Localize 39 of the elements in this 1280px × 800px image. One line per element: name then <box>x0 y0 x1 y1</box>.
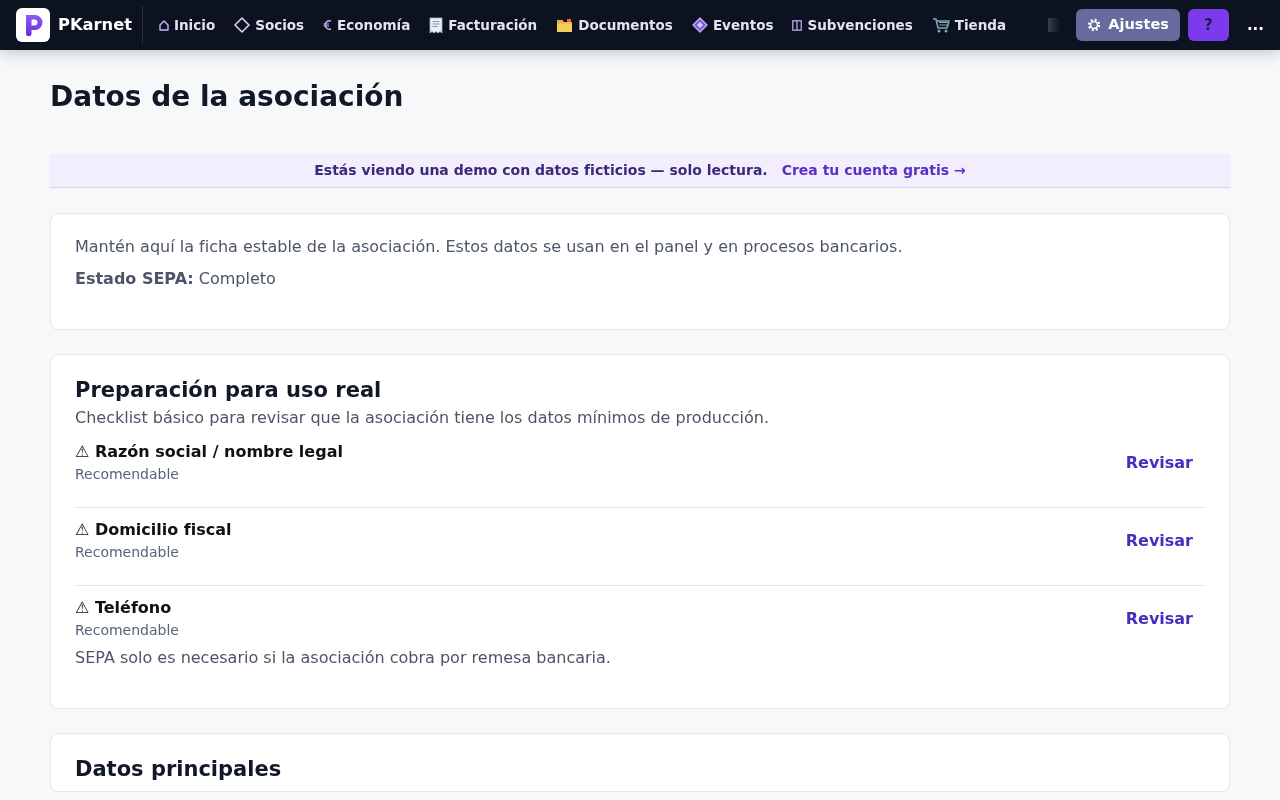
nav-link[interactable]: Tienda <box>931 14 1007 36</box>
nav-link[interactable]: Economía <box>323 14 411 36</box>
nav-link[interactable]: Socios <box>234 14 305 36</box>
review-link[interactable]: Revisar <box>1113 600 1205 637</box>
nav-link[interactable]: Subvenciones <box>792 14 913 36</box>
signup-link[interactable]: Crea tu cuenta gratis → <box>781 159 966 181</box>
settings-icon <box>1087 18 1102 32</box>
checklist-item-status: Recomendable <box>75 464 180 484</box>
description-text: Mantén aquí la ficha estable de la asociación. Estos datos se usan en el panel y en procesos bancarios. <box>75 235 904 258</box>
review-link[interactable]: Revisar <box>1113 444 1205 481</box>
nav-link[interactable]: Facturación <box>429 14 538 36</box>
checklist-item-status: Recomendable <box>75 542 180 562</box>
more-button[interactable]: ... <box>1246 13 1264 37</box>
sepa-status: Estado SEPA: Completo <box>75 267 277 290</box>
brand-name[interactable]: PKarnet <box>58 12 132 38</box>
checklist-item-status: Recomendable <box>75 620 179 640</box>
nav-link[interactable]: Inicio <box>159 14 216 36</box>
checklist-item-title: ⚠ Razón social / nombre legal <box>75 440 343 463</box>
house-icon <box>159 19 169 31</box>
diamond-icon <box>691 17 708 33</box>
section-title: Preparación para uso real <box>75 376 383 404</box>
folder-icon <box>556 17 574 33</box>
sepa-note: SEPA solo es necesario si la asociación cobra por remesa bancaria. <box>75 646 612 669</box>
section-subtitle: Checklist básico para revisar que la asociación tiene los datos mínimos de producción. <box>75 406 770 429</box>
nav-link[interactable]: Documentos <box>556 14 673 36</box>
nav-link[interactable]: Eventos <box>691 14 774 36</box>
review-link[interactable]: Revisar <box>1113 522 1205 559</box>
logo-icon[interactable] <box>16 8 50 42</box>
cart-icon <box>931 17 950 33</box>
checklist-item-title: ⚠ Domicilio fiscal <box>75 518 232 541</box>
receipt-icon <box>429 16 444 34</box>
demo-notice: Estás viendo una demo con datos ficticios — solo lectura. <box>314 160 768 180</box>
checklist-item-title: ⚠ Teléfono <box>75 596 173 619</box>
settings-button[interactable]: Ajustes <box>1076 9 1180 41</box>
section-title: Datos principales <box>75 755 283 783</box>
columns-icon <box>792 19 803 31</box>
page-title: Datos de la asociación <box>50 80 405 114</box>
euro-icon <box>323 19 333 31</box>
diamond-icon <box>234 17 251 33</box>
